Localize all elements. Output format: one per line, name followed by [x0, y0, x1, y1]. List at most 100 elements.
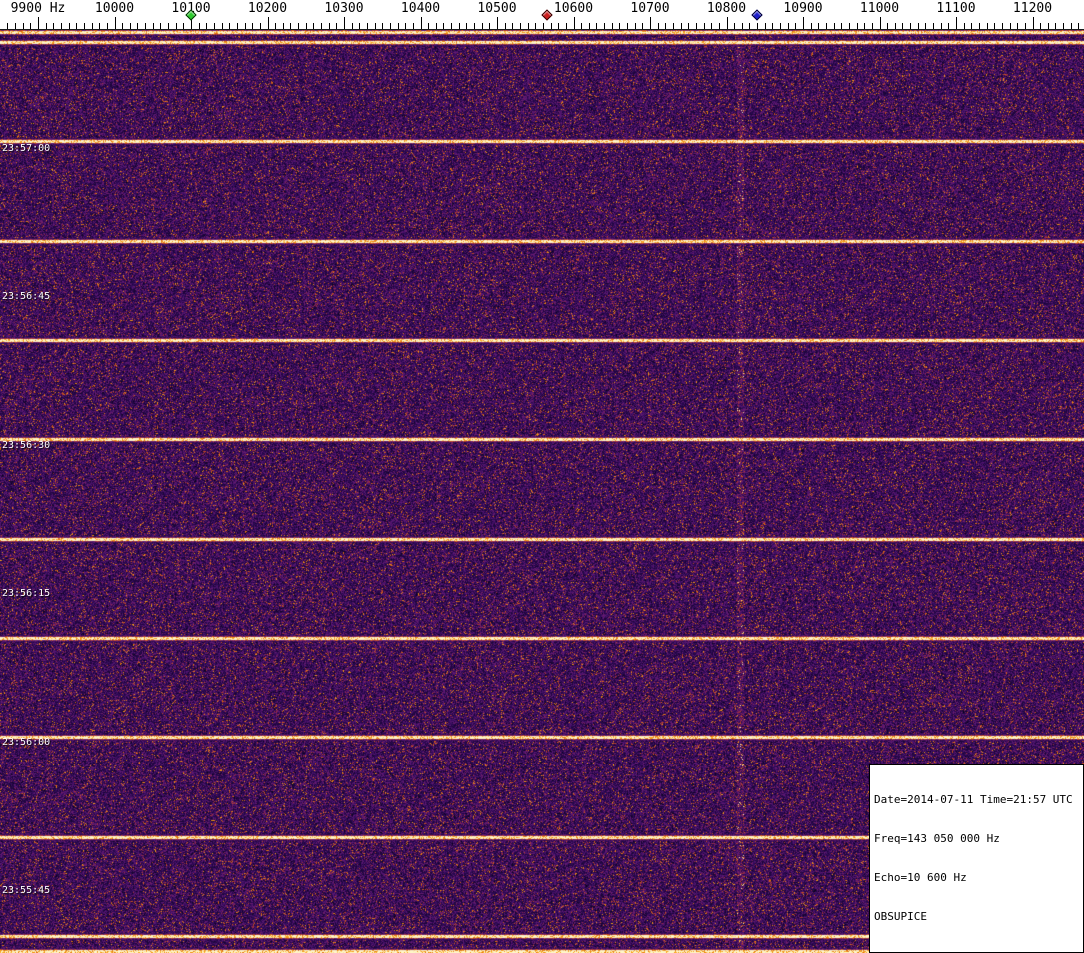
- axis-tick: [619, 23, 620, 29]
- axis-tick: [910, 23, 911, 29]
- axis-tick: [933, 23, 934, 29]
- axis-tick: [398, 23, 399, 29]
- axis-tick: [115, 17, 116, 29]
- axis-tick: [237, 23, 238, 29]
- info-box: Date=2014-07-11 Time=21:57 UTC Freq=143 …: [869, 764, 1084, 953]
- time-label: 23:56:45: [2, 291, 50, 302]
- axis-tick: [872, 23, 873, 29]
- axis-tick: [1078, 23, 1079, 29]
- time-label: 23:56:00: [2, 737, 50, 748]
- axis-tick: [642, 23, 643, 29]
- axis-tick: [344, 17, 345, 29]
- axis-tick: [160, 23, 161, 29]
- axis-tick: [719, 23, 720, 29]
- info-echo-line: Echo=10 600 Hz: [874, 871, 1079, 884]
- axis-tick: [994, 23, 995, 29]
- axis-tick: [734, 23, 735, 29]
- axis-tick: [864, 23, 865, 29]
- axis-tick: [772, 23, 773, 29]
- axis-tick: [749, 23, 750, 29]
- axis-tick: [61, 23, 62, 29]
- axis-tick: [69, 23, 70, 29]
- axis-tick: [612, 23, 613, 29]
- axis-tick: [497, 17, 498, 29]
- axis-tick: [84, 23, 85, 29]
- axis-tick: [405, 23, 406, 29]
- axis-tick: [505, 23, 506, 29]
- spectrogram-app: 9900 Hz100001010010200103001040010500106…: [0, 0, 1084, 953]
- axis-tick: [841, 23, 842, 29]
- axis-tick: [627, 23, 628, 29]
- axis-tick: [183, 23, 184, 29]
- axis-tick: [459, 23, 460, 29]
- axis-tick: [551, 23, 552, 29]
- axis-tick: [528, 23, 529, 29]
- axis-tick: [313, 23, 314, 29]
- axis-tick: [688, 23, 689, 29]
- axis-tick: [849, 23, 850, 29]
- axis-tick: [153, 23, 154, 29]
- axis-tick: [214, 23, 215, 29]
- axis-tick: [811, 23, 812, 29]
- axis-tick: [757, 23, 758, 29]
- axis-tick: [696, 23, 697, 29]
- axis-tick: [1017, 23, 1018, 29]
- axis-tick: [206, 23, 207, 29]
- axis-tick: [306, 23, 307, 29]
- axis-tick: [53, 23, 54, 29]
- axis-tick: [964, 23, 965, 29]
- axis-tick: [382, 23, 383, 29]
- axis-tick: [604, 23, 605, 29]
- axis-tick: [413, 23, 414, 29]
- axis-tick: [535, 23, 536, 29]
- axis-tick: [229, 23, 230, 29]
- axis-tick: [635, 23, 636, 29]
- freq-label: 11200: [1013, 1, 1052, 16]
- info-freq-line: Freq=143 050 000 Hz: [874, 832, 1079, 845]
- axis-tick: [451, 23, 452, 29]
- axis-tick: [321, 23, 322, 29]
- axis-tick: [512, 23, 513, 29]
- time-label: 23:56:15: [2, 588, 50, 599]
- axis-tick: [704, 23, 705, 29]
- axis-tick: [795, 23, 796, 29]
- axis-tick: [46, 23, 47, 29]
- axis-tick: [826, 23, 827, 29]
- axis-tick: [895, 23, 896, 29]
- axis-tick: [92, 23, 93, 29]
- axis-tick: [421, 17, 422, 29]
- info-date-line: Date=2014-07-11 Time=21:57 UTC: [874, 793, 1079, 806]
- axis-tick: [803, 17, 804, 29]
- axis-tick: [336, 23, 337, 29]
- axis-tick: [834, 23, 835, 29]
- axis-tick: [390, 23, 391, 29]
- axis-tick: [76, 23, 77, 29]
- axis-tick: [1055, 23, 1056, 29]
- axis-tick: [918, 23, 919, 29]
- axis-tick: [290, 23, 291, 29]
- axis-tick: [673, 23, 674, 29]
- axis-tick: [880, 17, 881, 29]
- freq-label: 11100: [936, 1, 975, 16]
- axis-tick: [99, 23, 100, 29]
- axis-tick: [137, 23, 138, 29]
- axis-tick: [15, 23, 16, 29]
- axis-tick: [589, 23, 590, 29]
- axis-tick: [23, 23, 24, 29]
- axis-tick: [681, 23, 682, 29]
- freq-label: 10200: [248, 1, 287, 16]
- axis-tick: [168, 23, 169, 29]
- axis-tick: [283, 23, 284, 29]
- axis-tick: [596, 23, 597, 29]
- axis-tick: [359, 23, 360, 29]
- axis-tick: [979, 23, 980, 29]
- freq-label: 10500: [477, 1, 516, 16]
- axis-tick: [765, 23, 766, 29]
- axis-tick: [436, 23, 437, 29]
- axis-tick: [252, 23, 253, 29]
- freq-label: 11000: [860, 1, 899, 16]
- axis-tick: [780, 23, 781, 29]
- axis-tick: [298, 23, 299, 29]
- freq-label: 10900: [783, 1, 822, 16]
- axis-tick: [466, 23, 467, 29]
